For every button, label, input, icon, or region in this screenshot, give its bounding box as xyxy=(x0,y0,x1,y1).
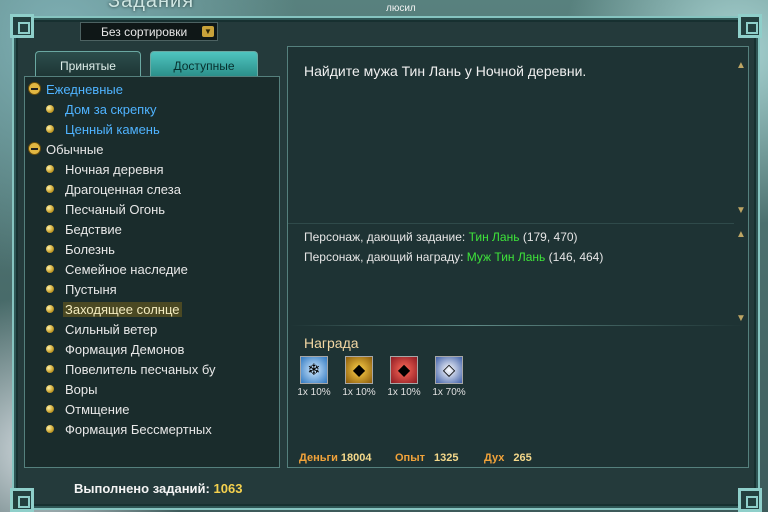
category-normal-label: Обычные xyxy=(46,142,104,157)
frame-corner-ornament xyxy=(738,488,762,512)
ruby-icon[interactable]: ◆ xyxy=(390,356,418,384)
exp-label: Опыт xyxy=(395,452,425,464)
money-stat: Деньги 18004 xyxy=(299,452,372,464)
quest-item-label: Повелитель песчаных бу xyxy=(65,362,216,377)
quest-bullet-icon xyxy=(46,365,54,373)
quest-bullet-icon xyxy=(46,405,54,413)
gold-ore-icon[interactable]: ◆ xyxy=(345,356,373,384)
quest-list-panel: Ежедневные Дом за скрепку Ценный камень … xyxy=(24,76,280,468)
sort-dropdown[interactable]: Без сортировки ▼ xyxy=(80,22,218,41)
spirit-label: Дух xyxy=(484,452,505,464)
quest-bullet-icon xyxy=(46,205,54,213)
sort-dropdown-value: Без сортировки xyxy=(101,25,188,39)
tab-available[interactable]: Доступные xyxy=(150,51,258,77)
frame-corner-ornament xyxy=(10,488,34,512)
completed-quests: Выполнено заданий: 1063 xyxy=(74,481,242,496)
exp-value: 1325 xyxy=(434,452,459,464)
quest-bullet-icon xyxy=(46,105,54,113)
quest-item-label: Пустыня xyxy=(65,282,117,297)
top-label: люсил xyxy=(386,3,416,14)
money-label: Деньги xyxy=(299,452,338,464)
quest-rewarder-label: Персонаж, дающий награду: xyxy=(304,250,467,264)
category-daily-label: Ежедневные xyxy=(46,82,123,97)
quest-item-label: Ночная деревня xyxy=(65,162,164,177)
quest-item-label: Сильный ветер xyxy=(65,322,158,337)
quest-bullet-icon xyxy=(46,225,54,233)
quest-npc-info: Персонаж, дающий задание: Тин Лань (179,… xyxy=(288,223,734,320)
spirit-stat: Дух 265 xyxy=(484,452,532,464)
spirit-value: 265 xyxy=(513,452,532,464)
reward-item-label: 1x 10% xyxy=(297,387,331,398)
quest-details-panel: Найдите мужа Тин Лань у Ночной деревни. … xyxy=(287,46,749,468)
quest-bullet-icon xyxy=(46,245,54,253)
reward-title: Награда xyxy=(304,335,359,351)
quest-bullet-icon xyxy=(46,385,54,393)
quest-item-label: Драгоценная слеза xyxy=(65,182,181,197)
quest-rewarder-line: Персонаж, дающий награду: Муж Тин Лань (… xyxy=(304,250,603,264)
reward-item-label: 1x 70% xyxy=(432,387,466,398)
quest-bullet-icon xyxy=(46,305,54,313)
frame-corner-ornament xyxy=(10,14,34,38)
quest-item-label: Воры xyxy=(65,382,98,397)
crystal-icon[interactable]: ❄ xyxy=(300,356,328,384)
quest-item-label: Формация Демонов xyxy=(65,342,185,357)
quest-bullet-icon xyxy=(46,165,54,173)
quest-giver-line: Персонаж, дающий задание: Тин Лань (179,… xyxy=(304,230,578,244)
quest-item-label: Дом за скрепку xyxy=(65,102,157,117)
collapse-icon[interactable] xyxy=(29,83,40,94)
quest-item-label: Болезнь xyxy=(65,242,115,257)
quest-item-label: Ценный камень xyxy=(65,122,160,137)
quest-bullet-icon xyxy=(46,285,54,293)
exp-stat: Опыт 1325 xyxy=(395,452,459,464)
reward-item-label: 1x 10% xyxy=(342,387,376,398)
quest-giver-name[interactable]: Тин Лань xyxy=(469,230,520,244)
window-title: Задания xyxy=(108,0,195,12)
quest-rewarder-name[interactable]: Муж Тин Лань xyxy=(467,250,546,264)
quest-giver-label: Персонаж, дающий задание: xyxy=(304,230,469,244)
reward-item[interactable]: ◆ 1x 10% xyxy=(342,356,376,398)
scroll-down-icon[interactable]: ▼ xyxy=(734,313,748,325)
divider xyxy=(290,325,745,326)
frame-corner-ornament xyxy=(738,14,762,38)
chevron-down-icon[interactable]: ▼ xyxy=(202,26,214,37)
reward-item[interactable]: ❄ 1x 10% xyxy=(297,356,331,398)
collapse-icon[interactable] xyxy=(29,143,40,154)
quest-bullet-icon xyxy=(46,125,54,133)
quest-giver-coords: (179, 470) xyxy=(519,230,578,244)
quest-item-label: Бедствие xyxy=(65,222,122,237)
quest-bullet-icon xyxy=(46,425,54,433)
quest-item-label: Формация Бессмертных xyxy=(65,422,212,437)
money-value: 18004 xyxy=(340,452,372,464)
scroll-up-icon[interactable]: ▲ xyxy=(734,229,748,241)
quest-item-label: Песчаный Огонь xyxy=(65,202,166,217)
scroll-up-icon[interactable]: ▲ xyxy=(734,60,748,72)
quest-bullet-icon xyxy=(46,345,54,353)
tab-accepted[interactable]: Принятые xyxy=(35,51,141,77)
reward-item[interactable]: ◇ 1x 70% xyxy=(432,356,466,398)
silver-gem-icon[interactable]: ◇ xyxy=(435,356,463,384)
reward-item[interactable]: ◆ 1x 10% xyxy=(387,356,421,398)
quest-bullet-icon xyxy=(46,325,54,333)
quest-item-label: Отмщение xyxy=(65,402,130,417)
reward-item-label: 1x 10% xyxy=(387,387,421,398)
quest-item-label: Семейное наследие xyxy=(65,262,188,277)
completed-quests-value: 1063 xyxy=(213,481,243,496)
quest-rewarder-coords: (146, 464) xyxy=(545,250,604,264)
quest-description: Найдите мужа Тин Лань у Ночной деревни. xyxy=(304,63,587,79)
quest-bullet-icon xyxy=(46,185,54,193)
completed-quests-label: Выполнено заданий: xyxy=(74,481,210,496)
quest-bullet-icon xyxy=(46,265,54,273)
quest-item-label: Заходящее солнце xyxy=(63,302,182,317)
scroll-down-icon[interactable]: ▼ xyxy=(734,205,748,217)
